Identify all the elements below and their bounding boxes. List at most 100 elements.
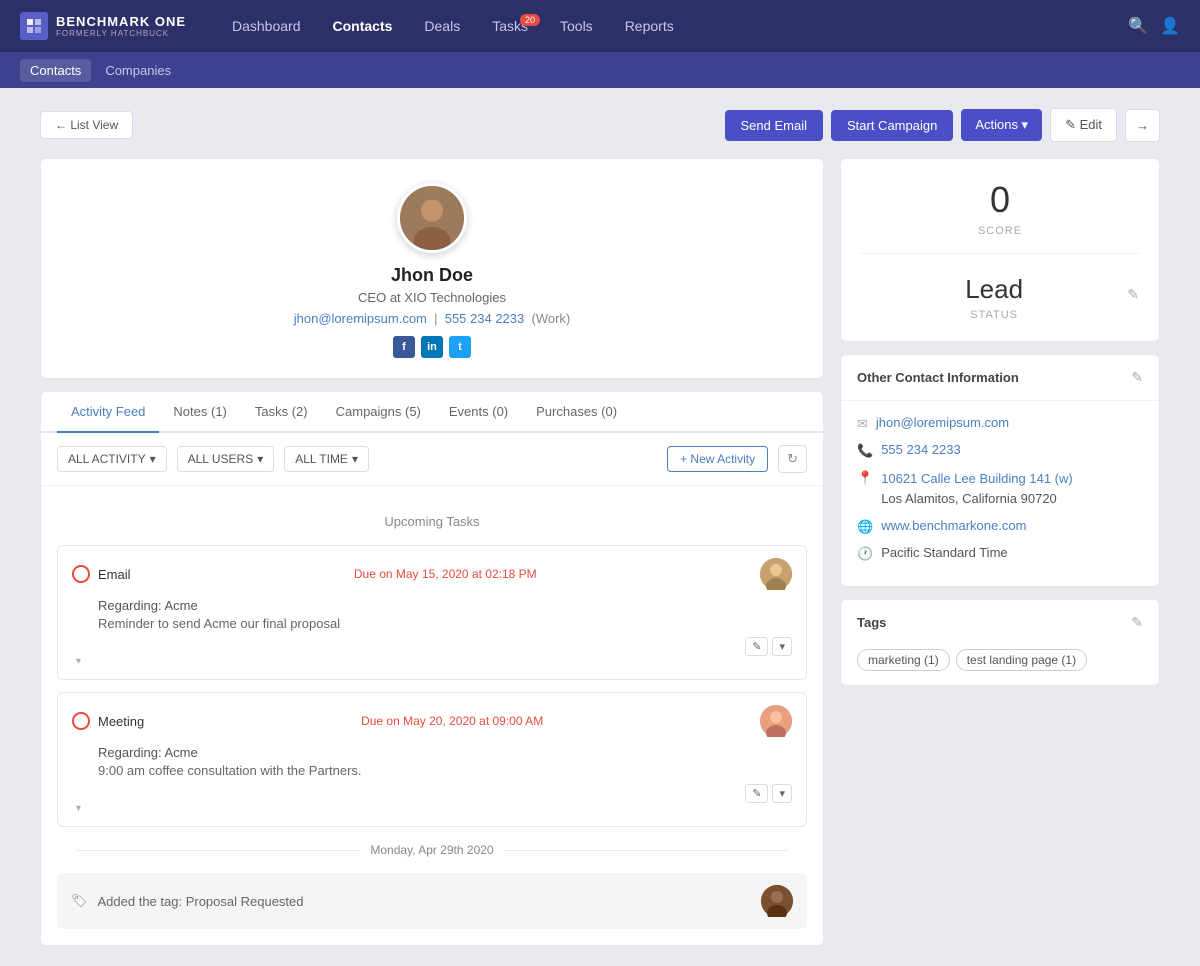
- task-edit-button[interactable]: ✎: [745, 637, 768, 656]
- tabs-header: Activity Feed Notes (1) Tasks (2) Campai…: [41, 392, 823, 433]
- score-label: SCORE: [861, 225, 1139, 237]
- task-regarding: Regarding: Acme: [98, 598, 792, 613]
- email-icon: ✉: [857, 416, 868, 432]
- next-contact-button[interactable]: →: [1125, 109, 1160, 142]
- task-description: 9:00 am coffee consultation with the Par…: [98, 763, 792, 778]
- task-due: Due on May 20, 2020 at 09:00 AM: [361, 714, 543, 728]
- activity-content: Upcoming Tasks Email Due on May 15, 2020…: [41, 486, 823, 945]
- score-value: 0: [861, 179, 1139, 221]
- time-filter[interactable]: ALL TIME ▾: [284, 446, 369, 472]
- tag-activity-item: 🏷 Added the tag: Proposal Requested: [57, 873, 807, 929]
- left-panel: Jhon Doe CEO at XIO Technologies jhon@lo…: [40, 158, 824, 946]
- task-more-button[interactable]: ▾: [772, 637, 792, 656]
- contact-info-title: Other Contact Information: [857, 370, 1019, 385]
- sub-navigation: Contacts Companies: [0, 52, 1200, 88]
- task-actions: ✎ ▾: [745, 784, 792, 803]
- contact-info-body: ✉ jhon@loremipsum.com 📞 555 234 2233 📍 1…: [841, 401, 1159, 586]
- nav-links: Dashboard Contacts Deals Tasks 20 Tools …: [216, 12, 1128, 40]
- task-item: Meeting Due on May 20, 2020 at 09:00 AM …: [57, 692, 807, 827]
- info-timezone-row: 🕐 Pacific Standard Time: [857, 545, 1143, 562]
- globe-icon: 🌐: [857, 519, 873, 535]
- info-website-row: 🌐 www.benchmarkone.com: [857, 518, 1143, 535]
- info-address-line2: Los Alamitos, California 90720: [881, 491, 1057, 506]
- nav-contacts[interactable]: Contacts: [317, 12, 409, 40]
- filters-bar: ALL ACTIVITY ▾ ALL USERS ▾ ALL TIME ▾ + …: [41, 433, 823, 486]
- new-activity-button[interactable]: + New Activity: [667, 446, 768, 472]
- subnav-contacts[interactable]: Contacts: [20, 59, 91, 82]
- task-header: Email Due on May 15, 2020 at 02:18 PM: [72, 558, 792, 590]
- logo-sub: FORMERLY HATCHBUCK: [56, 29, 186, 38]
- send-email-button[interactable]: Send Email: [725, 110, 823, 141]
- info-email[interactable]: jhon@loremipsum.com: [876, 415, 1009, 430]
- logo: BENCHMARK ONE FORMERLY HATCHBUCK: [20, 12, 186, 40]
- tab-events[interactable]: Events (0): [435, 392, 522, 433]
- search-icon[interactable]: 🔍: [1128, 16, 1148, 36]
- task-left: Meeting: [72, 712, 144, 730]
- task-complete-button[interactable]: [72, 712, 90, 730]
- tags-body: marketing (1) test landing page (1): [841, 645, 1159, 685]
- info-phone[interactable]: 555 234 2233: [881, 442, 961, 457]
- tag-chip[interactable]: test landing page (1): [956, 649, 1087, 671]
- contact-email-phone: jhon@loremipsum.com | 555 234 2233 (Work…: [61, 311, 803, 326]
- tab-purchases[interactable]: Purchases (0): [522, 392, 631, 433]
- nav-tasks[interactable]: Tasks 20: [476, 12, 544, 40]
- contact-phone-link[interactable]: 555 234 2233: [445, 311, 525, 326]
- contact-email-link[interactable]: jhon@loremipsum.com: [294, 311, 427, 326]
- nav-tools[interactable]: Tools: [544, 12, 609, 40]
- refresh-button[interactable]: ↻: [778, 445, 807, 473]
- tag-activity-text: Added the tag: Proposal Requested: [98, 894, 751, 909]
- task-due: Due on May 15, 2020 at 02:18 PM: [354, 567, 537, 581]
- activity-filter[interactable]: ALL ACTIVITY ▾: [57, 446, 167, 472]
- users-filter[interactable]: ALL USERS ▾: [177, 446, 275, 472]
- task-type: Email: [98, 567, 131, 582]
- phone-icon: 📞: [857, 443, 873, 459]
- task-actions: ✎ ▾: [745, 637, 792, 656]
- task-assignee-avatar: [760, 558, 792, 590]
- contact-phone-type: (Work): [531, 311, 570, 326]
- status-edit-icon[interactable]: ✎: [1127, 286, 1139, 303]
- user-icon[interactable]: 👤: [1160, 16, 1180, 36]
- task-more-button[interactable]: ▾: [772, 784, 792, 803]
- info-website[interactable]: www.benchmarkone.com: [881, 518, 1026, 533]
- contact-info-header: Other Contact Information ✎: [841, 355, 1159, 401]
- right-panel: 0 SCORE Lead STATUS ✎ Other Contact Info…: [840, 158, 1160, 946]
- task-footer: ✎ ▾: [72, 784, 792, 803]
- info-email-row: ✉ jhon@loremipsum.com: [857, 415, 1143, 432]
- tag-user-avatar: [761, 885, 793, 917]
- task-body: Regarding: Acme 9:00 am coffee consultat…: [72, 745, 792, 778]
- contact-info-edit-icon[interactable]: ✎: [1131, 369, 1143, 386]
- linkedin-icon[interactable]: in: [421, 336, 443, 358]
- date-divider: Monday, Apr 29th 2020: [57, 843, 807, 857]
- task-expand-icon[interactable]: ▾: [76, 803, 792, 814]
- nav-deals[interactable]: Deals: [408, 12, 476, 40]
- task-complete-button[interactable]: [72, 565, 90, 583]
- logo-name: BENCHMARK ONE: [56, 14, 186, 29]
- info-address-row: 📍 10621 Calle Lee Building 141 (w) Los A…: [857, 469, 1143, 508]
- task-expand-icon[interactable]: ▾: [76, 656, 792, 667]
- info-address-line1[interactable]: 10621 Calle Lee Building 141 (w): [881, 471, 1073, 486]
- tab-campaigns[interactable]: Campaigns (5): [322, 392, 435, 433]
- facebook-icon[interactable]: f: [393, 336, 415, 358]
- edit-button[interactable]: ✎ Edit: [1050, 108, 1117, 142]
- contact-name: Jhon Doe: [61, 265, 803, 286]
- main-content: ← List View Send Email Start Campaign Ac…: [20, 88, 1180, 966]
- subnav-companies[interactable]: Companies: [95, 59, 181, 82]
- contact-title: CEO at XIO Technologies: [61, 290, 803, 305]
- actions-button[interactable]: Actions ▾: [961, 109, 1042, 141]
- toolbar-actions: Send Email Start Campaign Actions ▾ ✎ Ed…: [725, 108, 1161, 142]
- list-view-button[interactable]: ← List View: [40, 111, 133, 139]
- twitter-icon[interactable]: t: [449, 336, 471, 358]
- start-campaign-button[interactable]: Start Campaign: [831, 110, 953, 141]
- tags-edit-icon[interactable]: ✎: [1131, 614, 1143, 631]
- tab-activity-feed[interactable]: Activity Feed: [57, 392, 159, 433]
- nav-dashboard[interactable]: Dashboard: [216, 12, 317, 40]
- task-edit-button[interactable]: ✎: [745, 784, 768, 803]
- tags-header: Tags ✎: [841, 600, 1159, 645]
- nav-reports[interactable]: Reports: [609, 12, 690, 40]
- tag-chip[interactable]: marketing (1): [857, 649, 950, 671]
- contact-card: Jhon Doe CEO at XIO Technologies jhon@lo…: [40, 158, 824, 379]
- tab-notes[interactable]: Notes (1): [159, 392, 240, 433]
- tab-tasks[interactable]: Tasks (2): [241, 392, 322, 433]
- contact-info-card: Other Contact Information ✎ ✉ jhon@lorem…: [840, 354, 1160, 587]
- tag-icon: 🏷: [71, 893, 88, 909]
